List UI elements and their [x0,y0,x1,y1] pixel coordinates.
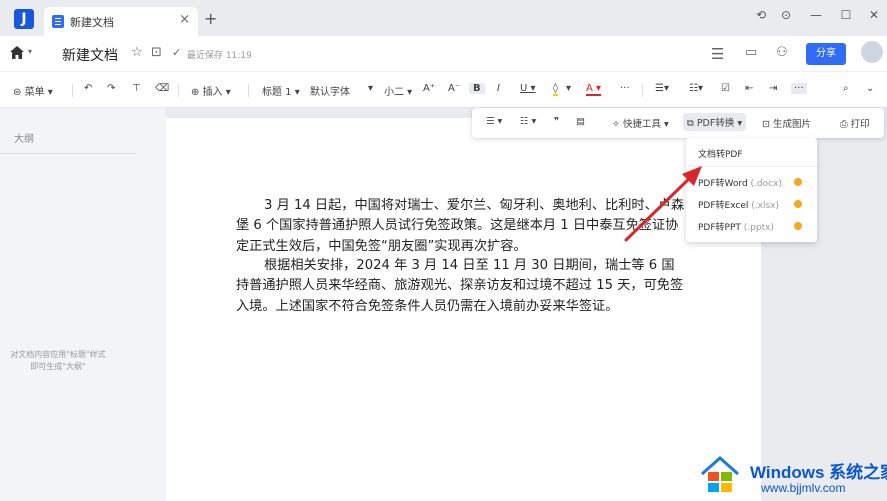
vip-badge-icon [794,222,802,230]
align-icon[interactable]: ☰ ▾ [486,116,502,127]
avatar[interactable] [861,41,883,63]
maximize-button[interactable]: ☐ [836,8,856,22]
tab-close-icon[interactable]: × [179,12,190,27]
font-dropdown-icon[interactable]: ▾ [368,83,373,94]
menu-icon: ⊜ [13,87,25,98]
font-color-button[interactable]: A ▾ [586,83,602,96]
gen-image-button[interactable]: ⊡ 生成图片 [762,116,811,130]
block-icon[interactable]: ▤ [576,116,585,127]
menu-button[interactable]: ⊜ 菜单 ▾ [13,83,53,98]
print-button[interactable]: ⎙ 打印 [840,116,870,130]
saved-check-icon: ✓ [172,46,182,59]
windows-logo-icon [701,455,739,492]
underline-button[interactable]: U ▾ [520,83,536,94]
add-user-icon[interactable]: ⚇ [776,45,788,60]
vip-badge-icon [794,200,802,208]
tab-bar: J 新建文档 × + ⟲ ⊙ — ☐ ✕ [0,0,887,36]
watermark-url: www.bjjmlv.com [761,481,846,495]
outline-divider [0,153,136,154]
plus-circle-icon: ⊕ [191,87,203,98]
copy-icon: ⧉ [687,118,697,129]
tab-document[interactable]: 新建文档 × [44,7,198,36]
numbered-list-icon[interactable]: ☷▾ [689,83,703,94]
vip-badge-icon [794,178,802,186]
highlight-dropdown-icon[interactable]: ▾ [566,83,571,94]
italic-button[interactable]: I [497,83,500,94]
outline-sidebar: 大纲 对文档内容应用"标题"样式 即可生成"大纲" [0,108,166,501]
toolbar-expand-icon[interactable]: ⌄ [866,83,874,94]
insert-button[interactable]: ⊕ 插入 ▾ [191,83,231,98]
toolbar-divider [642,84,643,97]
toolbar-divider [72,84,73,97]
app-logo-icon[interactable]: J [14,9,34,29]
clear-format-icon[interactable]: ⌫ [155,83,169,94]
watermark-title: Windows 系统之家 [750,463,887,482]
highlight-icon[interactable]: ◊ [553,83,558,96]
page-title[interactable]: 新建文档 [62,45,118,65]
menu-item-pdf-to-word[interactable]: PDF转Word (.docx) [698,176,782,189]
annotation-arrow [624,166,702,242]
indent-increase-icon[interactable]: ⇥ [769,83,777,94]
share-button[interactable]: 分享 [806,43,846,65]
paragraph-1[interactable]: 3 月 14 日起，中国将对瑞士、爱尔兰、匈牙利、奥地利、比利时、卢森堡 6 个… [236,196,686,257]
new-tab-button[interactable]: + [204,9,217,28]
menu-icon[interactable]: ☰ [711,45,724,63]
search-icon[interactable]: ⌕ [843,83,849,94]
magic-icon: ✧ [612,119,623,130]
close-window-button[interactable]: ✕ [864,8,884,22]
outline-hint: 对文档内容应用"标题"样式 即可生成"大纲" [10,350,106,371]
bold-button[interactable]: B [469,83,485,94]
paragraph-2[interactable]: 根据相关安排，2024 年 3 月 14 日至 11 月 30 日期间，瑞士等 … [236,256,686,317]
move-icon[interactable]: ⊡ [151,45,162,60]
printer-icon: ⎙ [840,119,851,130]
watermark: Windows 系统之家 www.bjjmlv.com [698,450,887,501]
more-tools-icon[interactable]: ··· [791,83,807,94]
shrink-font-button[interactable]: A⁻ [448,83,460,94]
menu-item-doc-to-pdf[interactable]: 文档转PDF [698,147,743,160]
minimize-button[interactable]: — [806,8,826,22]
bullet-list-icon[interactable]: ☰▾ [655,83,669,94]
settings-icon[interactable]: ⊙ [776,8,796,22]
more-format-button[interactable]: ··· [620,83,630,94]
image-icon: ⊡ [762,119,773,130]
tab-title: 新建文档 [70,16,114,29]
format-toolbar: ⊜ 菜单 ▾ ↶ ↷ ⊤ ⌫ ⊕ 插入 ▾ 标题 1 ▾ 默认字体 ▾ 小二 ▾… [0,72,887,108]
home-icon[interactable] [10,46,24,59]
indent-decrease-icon[interactable]: ⇤ [745,83,753,94]
checklist-icon[interactable]: ☑ [721,83,730,94]
present-icon[interactable]: ▭ [745,45,757,60]
grow-font-button[interactable]: A⁺ [423,83,435,94]
save-status: 最近保存 11:19 [187,51,252,61]
undo-icon[interactable]: ↶ [84,83,92,94]
redo-icon[interactable]: ↷ [107,83,115,94]
document-icon [52,15,64,28]
heading-select[interactable]: 标题 1 ▾ [262,83,300,98]
quote-icon[interactable]: ❞ [554,116,559,127]
toolbar-divider [178,84,179,97]
pdf-convert-button[interactable]: ⧉ PDF转换 ▾ [683,113,747,131]
star-icon[interactable]: ☆ [131,45,143,60]
toolbar-divider [248,84,249,97]
refresh-icon[interactable]: ⟲ [751,8,771,22]
menu-item-pdf-to-excel[interactable]: PDF转Excel (.xlsx) [698,198,779,211]
document-header: ▾ 新建文档 ☆ ⊡ ✓ 最近保存 11:19 ☰ ▭ ⚇ 分享 [0,36,887,72]
size-select[interactable]: 小二 ▾ [384,83,412,98]
home-dropdown-icon[interactable]: ▾ [28,47,32,56]
outline-title: 大纲 [14,134,34,145]
floating-toolbar: ☰ ▾ ☷ ▾ ❞ ▤ ✧ 快捷工具 ▾ ⧉ PDF转换 ▾ ⊡ 生成图片 ⎙ … [472,108,884,138]
line-spacing-icon[interactable]: ☷ ▾ [520,116,536,127]
font-select[interactable]: 默认字体 [310,83,350,98]
format-painter-icon[interactable]: ⊤ [132,83,141,94]
quick-tools-button[interactable]: ✧ 快捷工具 ▾ [612,116,669,130]
